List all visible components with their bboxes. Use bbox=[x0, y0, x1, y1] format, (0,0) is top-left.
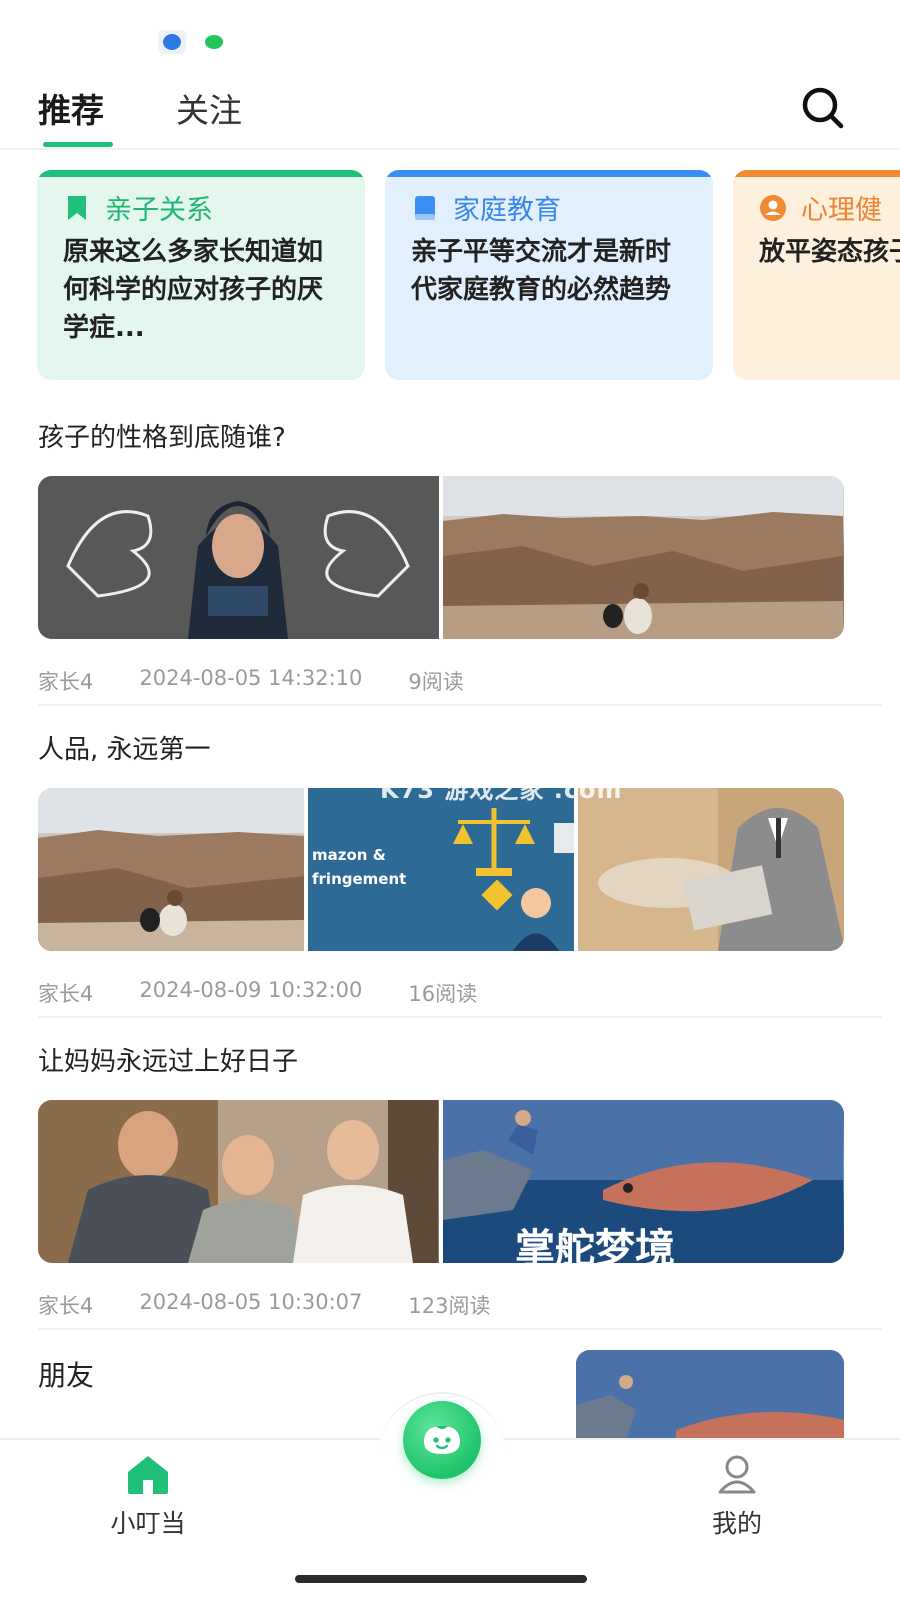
post-meta: 家长4 2024-08-05 14:32:10 9阅读 bbox=[38, 666, 464, 696]
post-title: 孩子的性格到底随谁? bbox=[38, 423, 286, 453]
law-caption-line-1: mazon & bbox=[312, 846, 386, 864]
post-images[interactable]: mazon & fringement bbox=[38, 788, 844, 951]
tab-recommend[interactable]: 推荐 bbox=[38, 84, 104, 132]
post-reads: 16阅读 bbox=[408, 982, 478, 1006]
post-title: 让妈妈永远过上好日子 bbox=[38, 1047, 299, 1077]
book-icon bbox=[415, 195, 435, 220]
search-button[interactable] bbox=[798, 84, 848, 134]
home-icon bbox=[128, 1456, 168, 1494]
nav-me[interactable]: 我的 bbox=[677, 1450, 797, 1540]
nav-home-label: 小叮当 bbox=[110, 1509, 186, 1538]
divider bbox=[38, 1016, 882, 1018]
post-meta: 家长4 2024-08-05 10:30:07 123阅读 bbox=[38, 1290, 491, 1320]
post-title: 人品, 永远第一 bbox=[38, 735, 211, 765]
chat-notification-icon bbox=[200, 30, 228, 54]
post-image-business[interactable] bbox=[578, 788, 844, 951]
topic-card[interactable]: 亲子关系 原来这么多家长知道如何科学的应对孩子的厌学症... bbox=[37, 170, 365, 380]
topic-card[interactable]: 心理健 放平姿态孩子的发 bbox=[733, 170, 900, 380]
post-meta: 家长4 2024-08-09 10:32:00 16阅读 bbox=[38, 978, 477, 1008]
post-images[interactable] bbox=[38, 476, 844, 639]
post-author: 家长4 bbox=[38, 670, 94, 694]
post-image-muscle-man[interactable] bbox=[38, 476, 439, 639]
feed-post[interactable]: 孩子的性格到底随谁? 家长4 2024-08-05 14:32:10 9阅读 bbox=[38, 418, 882, 706]
post-time: 2024-08-09 10:32:00 bbox=[139, 978, 363, 1002]
post-image-canyon[interactable] bbox=[38, 788, 304, 951]
baby-face-icon bbox=[424, 1426, 460, 1454]
fish-caption: 掌舵梦境 bbox=[515, 1226, 675, 1263]
divider bbox=[38, 704, 882, 706]
post-image-fish[interactable] bbox=[576, 1350, 844, 1440]
post-image-canyon[interactable] bbox=[443, 476, 844, 639]
post-time: 2024-08-05 14:32:10 bbox=[139, 666, 363, 690]
user-circle-icon bbox=[760, 194, 786, 221]
divider bbox=[38, 1328, 882, 1330]
law-caption-line-2: fringement bbox=[312, 870, 406, 888]
active-tab-indicator bbox=[43, 142, 113, 147]
post-image-family[interactable] bbox=[38, 1100, 439, 1263]
tab-follow[interactable]: 关注 bbox=[176, 84, 242, 132]
topic-category: 亲子关系 bbox=[105, 195, 213, 226]
user-icon bbox=[718, 1455, 756, 1494]
search-icon bbox=[802, 87, 844, 129]
topic-title: 原来这么多家长知道如何科学的应对孩子的厌学症... bbox=[63, 237, 324, 343]
nav-me-label: 我的 bbox=[711, 1509, 762, 1538]
post-image-law[interactable]: mazon & fringement bbox=[308, 788, 574, 951]
post-images[interactable]: 掌舵梦境 bbox=[38, 1100, 844, 1263]
topic-category: 心理健 bbox=[801, 195, 882, 226]
post-time: 2024-08-05 10:30:07 bbox=[139, 1290, 363, 1314]
center-action-button[interactable] bbox=[403, 1401, 481, 1479]
home-indicator bbox=[295, 1575, 587, 1583]
feed-post[interactable]: 让妈妈永远过上好日子 掌舵梦境 家长4 2024-08-05 10:30:07 … bbox=[38, 1042, 882, 1330]
topic-title: 亲子平等交流才是新时代家庭教育的必然趋势 bbox=[411, 237, 672, 305]
header: 推荐 关注 bbox=[0, 70, 900, 150]
message-notification-icon bbox=[158, 30, 186, 54]
feed-post[interactable]: 人品, 永远第一 mazon & fringement 家长4 2024-08-… bbox=[38, 730, 882, 1018]
topic-title: 放平姿态孩子的发 bbox=[759, 237, 900, 267]
post-image-fish[interactable]: 掌舵梦境 bbox=[443, 1100, 844, 1263]
bookmark-icon bbox=[68, 195, 86, 220]
post-reads: 9阅读 bbox=[408, 670, 464, 694]
topic-card[interactable]: 家庭教育 亲子平等交流才是新时代家庭教育的必然趋势 bbox=[385, 170, 713, 380]
watermark: K73 游戏之家 .com bbox=[380, 776, 623, 804]
topic-category: 家庭教育 bbox=[453, 195, 561, 226]
status-bar bbox=[0, 0, 900, 70]
post-author: 家长4 bbox=[38, 1294, 94, 1318]
post-author: 家长4 bbox=[38, 982, 94, 1006]
post-reads: 123阅读 bbox=[408, 1294, 491, 1318]
topic-card-carousel[interactable]: 亲子关系 原来这么多家长知道如何科学的应对孩子的厌学症... 家庭教育 亲子平等… bbox=[0, 170, 900, 385]
nav-home[interactable]: 小叮当 bbox=[88, 1450, 208, 1540]
